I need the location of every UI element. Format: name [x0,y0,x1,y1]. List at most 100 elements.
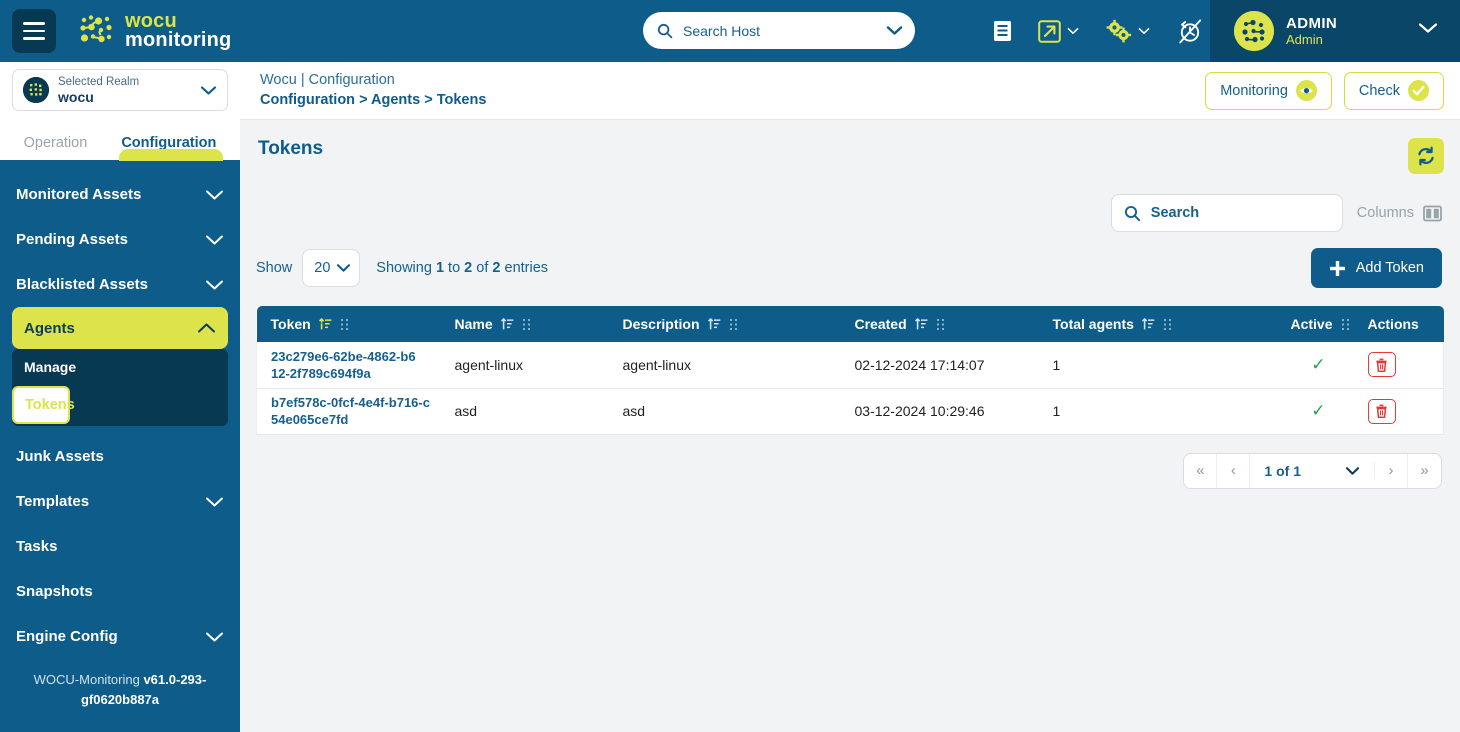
search-icon [1124,205,1141,222]
app-root: wocu monitoring Search Host ADMIN Admin … [0,0,1460,732]
breadcrumb-bar: Wocu | Configuration Configuration > Age… [240,62,1460,120]
chevron-down-icon[interactable] [886,25,903,36]
sort-icon[interactable] [707,317,721,331]
delete-token-button[interactable] [1367,352,1396,378]
cell-name: asd [440,388,609,435]
refresh-button[interactable] [1408,138,1444,174]
drag-handle-icon[interactable] [729,318,738,331]
main-content: Wocu | Configuration Configuration > Age… [240,62,1460,732]
check-circle-icon [1408,80,1429,101]
chevron-down-icon[interactable] [1138,27,1150,35]
sort-icon[interactable] [500,317,514,331]
sidebar-nav-tabs: Operation Configuration [0,118,240,161]
realm-value: wocu [58,88,94,105]
chevron-down-icon[interactable] [1418,22,1438,34]
hamburger-bar [23,22,45,25]
cell-actions [1349,342,1444,389]
hamburger-bar [23,29,45,33]
tab-operation[interactable]: Operation [24,135,88,160]
sort-icon[interactable] [1142,317,1155,331]
sidebar-item-junk-assets[interactable]: Junk Assets [0,434,240,479]
chevron-down-icon[interactable] [1067,27,1079,35]
delete-token-button[interactable] [1367,398,1396,424]
drag-handle-icon[interactable] [1341,318,1350,331]
docs-icon[interactable] [980,0,1025,62]
sidebar-subitem-tokens[interactable]: Tokens [12,386,75,424]
table-head: Token Name Description Created Total age… [256,306,1444,342]
search-input[interactable] [683,22,876,39]
sidebar-item-blacklisted-assets[interactable]: Blacklisted Assets [0,262,240,307]
column-header-description[interactable]: Description [608,306,841,342]
drag-handle-icon[interactable] [1163,318,1172,331]
app-logo[interactable]: wocu monitoring [78,11,231,50]
sidebar-item-label: Junk Assets [16,448,104,465]
pagination-next-button[interactable]: › [1375,453,1408,488]
cell-created: 03-12-2024 10:29:46 [840,388,1039,435]
breadcrumb: Wocu | Configuration Configuration > Age… [260,71,1193,110]
pagination-controls: « ‹ 1 of 1 › » [1183,452,1442,489]
table-row[interactable]: b7ef578c-0fcf-4e4f-b716-c54e065ce7fd asd… [256,388,1444,435]
host-search-box[interactable] [643,12,915,49]
external-link-icon[interactable] [1025,0,1092,62]
token-link[interactable]: 23c279e6-62be-4862-b612-2f789c694f9a [271,348,421,382]
realm-selector[interactable]: Selected Realm wocu [12,69,228,111]
autorefresh-off-icon[interactable] [1163,0,1217,62]
check-button[interactable]: Check [1343,71,1444,110]
sidebar-item-snapshots[interactable]: Snapshots [0,569,240,614]
check-button-label: Check [1358,82,1400,99]
cell-actions [1349,388,1444,435]
showing-of-word: of [472,260,493,276]
sidebar-item-pending-assets[interactable]: Pending Assets [0,217,240,262]
drag-handle-icon[interactable] [340,318,349,331]
chevron-down-icon [1345,466,1360,476]
column-header-active[interactable]: Active [1249,306,1350,342]
page-title-row: Tokens [256,120,1444,174]
sidebar-subitem-manage[interactable]: Manage [12,349,228,385]
sidebar-item-engine-config[interactable]: Engine Config [0,614,240,656]
cell-name: agent-linux [440,342,609,389]
breadcrumb-line-1: Wocu | Configuration [260,72,395,88]
column-header-total-agents[interactable]: Total agents [1038,306,1250,342]
column-label: Name [454,316,493,332]
pagination-first-button[interactable]: « [1184,453,1218,488]
token-link[interactable]: b7ef578c-0fcf-4e4f-b716-c54e065ce7fd [271,394,431,428]
chevron-down-icon[interactable] [200,85,217,96]
column-label: Token [270,316,311,332]
page-size-select[interactable]: 20 [302,249,361,287]
column-header-name[interactable]: Name [440,306,609,342]
sidebar-item-monitored-assets[interactable]: Monitored Assets [0,172,240,217]
gears-icon[interactable] [1092,0,1163,62]
sort-icon[interactable] [914,317,928,331]
pagination-page-select[interactable]: 1 of 1 [1250,462,1375,479]
column-header-token[interactable]: Token [256,306,441,342]
add-token-button[interactable]: Add Token [1310,248,1442,288]
column-header-created[interactable]: Created [840,306,1039,342]
table-row[interactable]: 23c279e6-62be-4862-b612-2f789c694f9a age… [256,342,1444,389]
sidebar-item-tasks[interactable]: Tasks [0,524,240,569]
chevron-down-icon [205,234,224,246]
realm-bar: Selected Realm wocu [0,62,240,118]
showing-from: 1 [435,260,445,276]
sort-icon[interactable] [318,317,332,331]
user-menu[interactable]: ADMIN Admin [1210,0,1460,62]
sidebar-item-label: Agents [24,319,75,337]
table-search-box[interactable] [1110,194,1348,232]
hamburger-icon[interactable] [12,9,56,53]
chevron-down-icon [336,263,351,273]
search-icon [657,23,673,39]
hamburger-bar [23,37,45,40]
cell-created: 02-12-2024 17:14:07 [840,342,1039,389]
drag-handle-icon[interactable] [522,318,531,331]
table-search-input[interactable] [1150,205,1348,221]
pagination-prev-button[interactable]: ‹ [1217,453,1251,488]
drag-handle-icon[interactable] [936,318,945,331]
pagination-last-button[interactable]: » [1408,454,1441,488]
footer-product: WOCU-Monitoring [33,672,144,687]
monitoring-button[interactable]: Monitoring [1205,71,1332,110]
columns-toggle[interactable]: Columns [1357,205,1442,222]
show-label: Show [256,260,293,276]
cell-token: 23c279e6-62be-4862-b612-2f789c694f9a [256,342,441,389]
sidebar-item-agents[interactable]: Agents [12,307,228,349]
sidebar-item-templates[interactable]: Templates [0,479,240,524]
showing-to-word: to [444,260,465,276]
